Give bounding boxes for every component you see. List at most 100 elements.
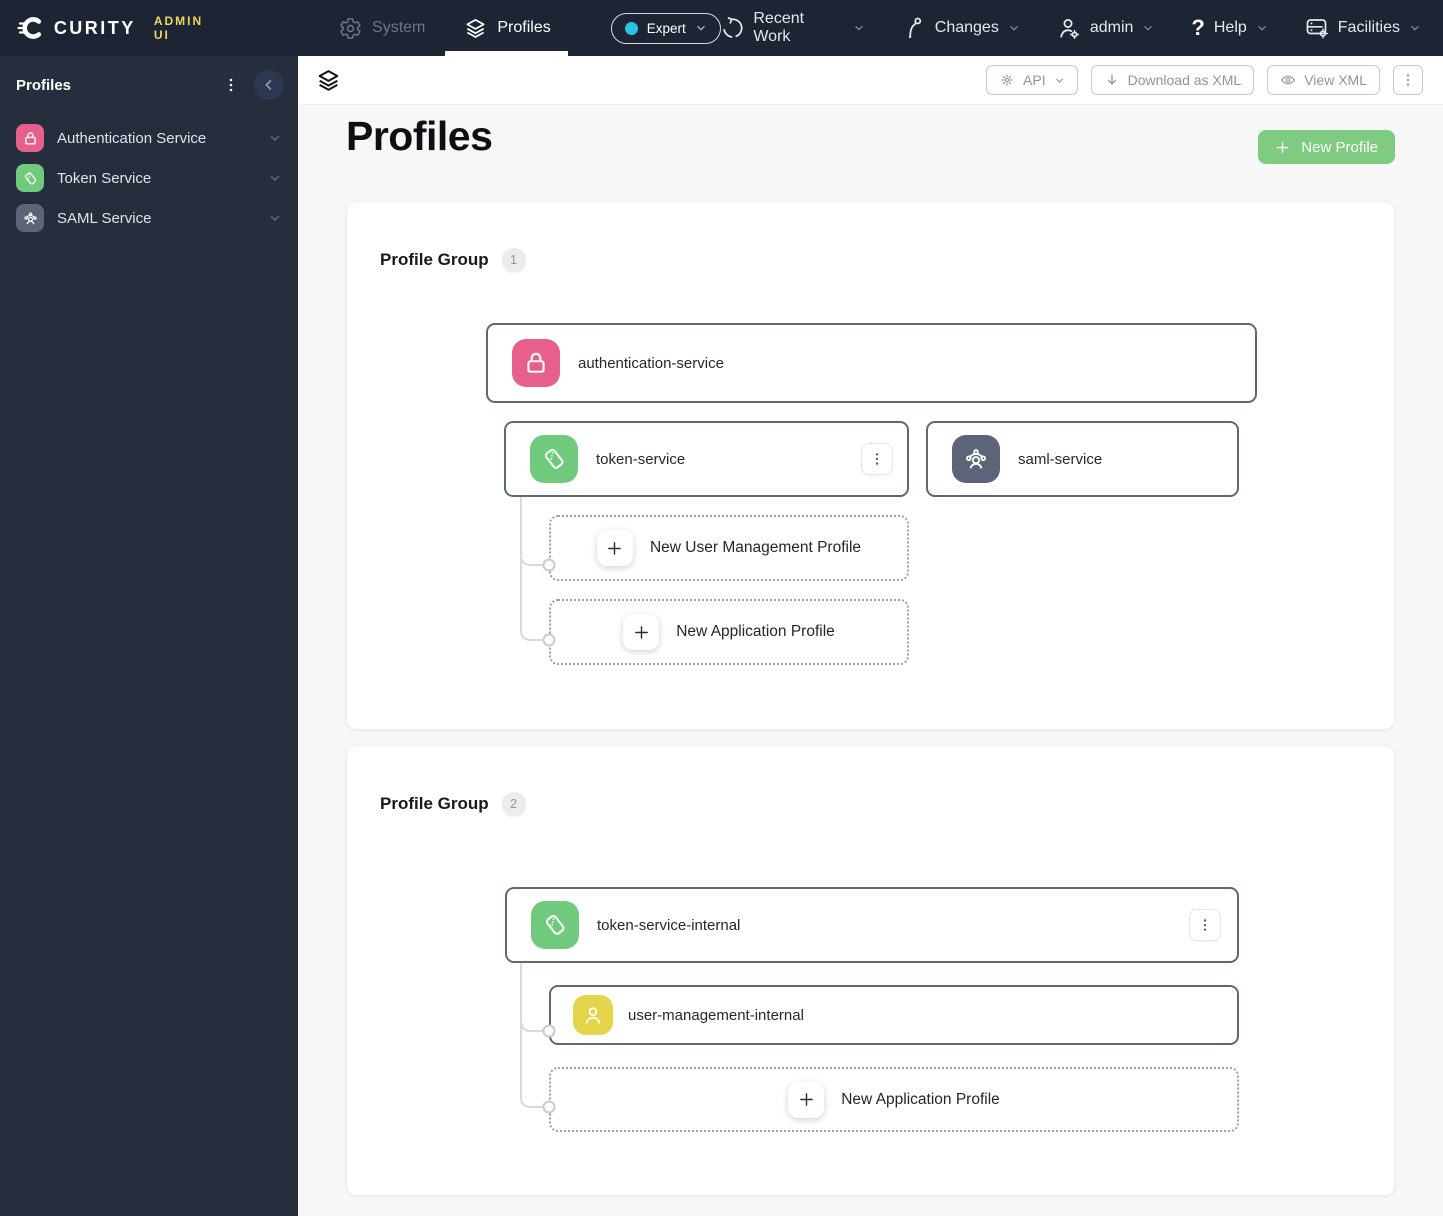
new-application-profile-node[interactable]: New Application Profile <box>549 599 909 665</box>
page-title: Profiles <box>346 113 493 159</box>
ticket-icon <box>530 435 578 483</box>
profile-node-authentication-service[interactable]: authentication-service <box>486 323 1257 403</box>
tab-profiles-label: Profiles <box>497 19 551 36</box>
profile-node-label: token-service <box>596 450 686 468</box>
profile-node-saml-service[interactable]: saml-service <box>926 421 1239 497</box>
ticket-icon <box>531 901 579 949</box>
kebab-icon <box>875 453 879 465</box>
person-icon <box>573 995 613 1035</box>
menu-admin[interactable]: admin <box>1057 16 1155 40</box>
profile-node-label: authentication-service <box>578 354 724 372</box>
new-user-management-profile-node[interactable]: New User Management Profile <box>549 515 909 581</box>
menu-facilities-label: Facilities <box>1337 19 1400 36</box>
tab-profiles[interactable]: Profiles <box>445 0 569 56</box>
plus-icon <box>1277 141 1289 153</box>
add-button[interactable] <box>788 1081 825 1118</box>
add-button[interactable] <box>596 530 633 566</box>
plus-icon <box>799 1093 813 1106</box>
main-content: API Download as XML View XML Profiles Ne… <box>298 56 1443 1216</box>
sidebar-item-saml-service[interactable]: SAML Service <box>0 198 298 238</box>
changes-icon <box>908 17 921 39</box>
profile-group-2-card: Profile Group 2 token-service-internal u… <box>346 745 1395 1196</box>
profile-node-token-service[interactable]: token-service <box>504 421 909 497</box>
chevron-down-icon <box>1144 25 1153 31</box>
profile-group-1-header: Profile Group 1 <box>380 248 526 272</box>
view-xml-button[interactable]: View XML <box>1267 65 1380 95</box>
new-profile-node-label: New Application Profile <box>841 1090 1000 1108</box>
add-button[interactable] <box>623 614 660 650</box>
profile-node-label: user-management-internal <box>628 1006 804 1024</box>
top-navbar: CURITY ADMIN UI System Profiles Expert R… <box>0 0 1443 56</box>
menu-changes[interactable]: Changes <box>902 16 1020 40</box>
chevron-down-icon <box>270 135 280 142</box>
download-as-xml-button[interactable]: Download as XML <box>1090 65 1255 95</box>
ticket-icon <box>16 164 44 192</box>
sidebar: Profiles Authentication Service Token Se… <box>0 56 298 1216</box>
brand-home[interactable]: CURITY ADMIN UI <box>16 13 224 43</box>
hub-icon <box>1001 74 1013 86</box>
plus-icon <box>608 541 622 555</box>
layers-icon <box>318 69 339 91</box>
menu-facilities[interactable]: Facilities <box>1305 16 1421 40</box>
node-kebab-button[interactable] <box>861 443 893 475</box>
sidebar-item-label: Authentication Service <box>57 129 207 147</box>
sidebar-title: Profiles <box>16 76 72 94</box>
primary-nav: System Profiles <box>339 0 569 56</box>
plus-icon <box>634 625 648 639</box>
brand-product-label: ADMIN UI <box>153 14 204 42</box>
profile-node-token-service-internal[interactable]: token-service-internal <box>505 887 1239 963</box>
sidebar-kebab-button[interactable] <box>220 74 242 96</box>
view-xml-label: View XML <box>1304 72 1367 88</box>
mode-selector[interactable]: Expert <box>610 12 721 44</box>
facilities-icon <box>1306 19 1328 39</box>
profile-group-badge: 1 <box>501 248 526 272</box>
kebab-icon <box>1203 919 1207 931</box>
question-mark-icon: ? <box>1191 15 1205 40</box>
menu-help[interactable]: ? Help <box>1191 17 1267 39</box>
user-gear-icon <box>1060 19 1079 40</box>
sidebar-item-authentication-service[interactable]: Authentication Service <box>0 118 298 158</box>
history-icon <box>723 17 743 38</box>
tab-system[interactable]: System <box>339 0 425 56</box>
menu-changes-label: Changes <box>934 19 999 36</box>
lock-icon <box>16 124 44 152</box>
navbar-menus: Recent Work Changes admin ? Help Facilit… <box>721 10 1421 46</box>
mode-label: Expert <box>646 20 686 36</box>
chevron-down-icon <box>1257 25 1266 31</box>
menu-recent-work[interactable]: Recent Work <box>721 10 865 46</box>
download-arrow-icon <box>1107 74 1116 85</box>
chevron-down-icon <box>1009 25 1018 31</box>
menu-recent-work-label: Recent Work <box>753 10 805 45</box>
chevron-down-icon <box>270 215 280 222</box>
profile-group-1-card: Profile Group 1 authentication-service t… <box>346 201 1395 730</box>
sidebar-item-label: SAML Service <box>57 209 152 227</box>
sidebar-item-token-service[interactable]: Token Service <box>0 158 298 198</box>
kebab-icon <box>1406 74 1410 86</box>
new-profile-node-label: New User Management Profile <box>649 539 862 556</box>
kebab-icon <box>229 78 233 92</box>
new-profile-node-label: New Application Profile <box>676 623 835 640</box>
profile-node-label: saml-service <box>1018 450 1103 468</box>
eye-icon <box>1281 75 1296 85</box>
new-profile-label: New Profile <box>1301 138 1378 156</box>
profile-node-label: token-service-internal <box>597 916 741 934</box>
api-button[interactable]: API <box>986 65 1078 95</box>
sidebar-collapse-button[interactable] <box>254 70 284 100</box>
node-kebab-button[interactable] <box>1189 909 1221 941</box>
sidebar-items: Authentication Service Token Service SAM… <box>0 112 298 238</box>
toolbar-kebab-button[interactable] <box>1393 65 1423 95</box>
chevron-down-icon <box>1055 78 1063 83</box>
page-head: Profiles New Profile <box>346 113 1395 164</box>
menu-admin-label: admin <box>1089 19 1134 36</box>
chevron-down-icon <box>1411 25 1419 31</box>
profile-node-user-management-internal[interactable]: user-management-internal <box>549 985 1239 1045</box>
content-area: Profiles New Profile Profile Group 1 aut… <box>298 113 1443 1196</box>
api-button-label: API <box>1023 72 1046 88</box>
new-profile-button[interactable]: New Profile <box>1258 130 1395 164</box>
profile-group-2-header: Profile Group 2 <box>380 792 526 816</box>
chevron-left-icon <box>265 80 272 90</box>
new-application-profile-node[interactable]: New Application Profile <box>549 1067 1239 1132</box>
lock-icon <box>512 339 560 387</box>
curity-logo-icon <box>17 17 42 39</box>
chevron-down-icon <box>855 25 863 31</box>
